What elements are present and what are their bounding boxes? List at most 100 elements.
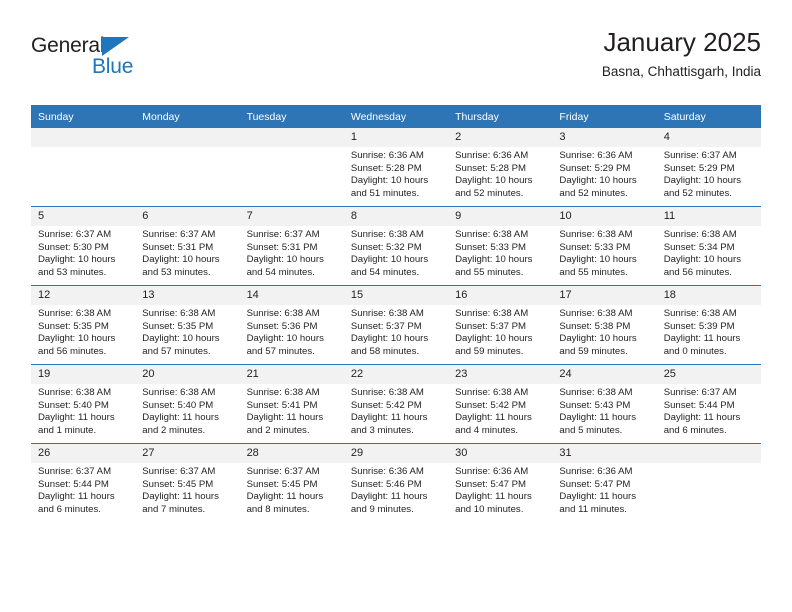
daylight-text: Daylight: 11 hours and 11 minutes. <box>559 491 637 515</box>
weekday-header-thursday: Thursday <box>448 105 553 128</box>
day-number: 1 <box>343 128 449 147</box>
day-number: 8 <box>343 207 449 226</box>
calendar-day-cell[interactable]: 12 Sunrise: 6:38 AM Sunset: 5:35 PM Dayligh… <box>31 285 136 365</box>
day-number: 2 <box>448 128 553 147</box>
day-details: Sunrise: 6:37 AM Sunset: 5:29 PM Daylight:… <box>657 147 761 200</box>
weekday-header-sunday: Sunday <box>31 105 136 128</box>
calendar-day-cell[interactable]: 26 Sunrise: 6:37 AM Sunset: 5:44 PM Dayligh… <box>31 443 136 522</box>
sunrise-text: Sunrise: 6:38 AM <box>663 308 737 319</box>
calendar-day-cell[interactable]: 16 Sunrise: 6:38 AM Sunset: 5:37 PM Dayligh… <box>448 285 553 365</box>
logo-text-blue: Blue <box>92 55 134 78</box>
day-details: Sunrise: 6:38 AM Sunset: 5:36 PM Daylight:… <box>240 305 344 358</box>
weekday-header-friday: Friday <box>552 105 657 128</box>
day-number: 6 <box>135 207 240 226</box>
calendar-body: 1 Sunrise: 6:36 AM Sunset: 5:28 PM Daylight… <box>31 128 761 522</box>
day-number: 5 <box>31 207 136 226</box>
day-details: Sunrise: 6:37 AM Sunset: 5:45 PM Daylight:… <box>135 463 239 516</box>
day-number: 23 <box>448 365 553 384</box>
day-number: 16 <box>448 286 553 305</box>
day-details: Sunrise: 6:38 AM Sunset: 5:40 PM Daylight:… <box>31 384 135 437</box>
calendar-day-cell[interactable]: 17 Sunrise: 6:38 AM Sunset: 5:38 PM Dayligh… <box>552 285 657 365</box>
day-details: Sunrise: 6:38 AM Sunset: 5:33 PM Daylight:… <box>552 226 656 279</box>
calendar-day-cell-empty <box>31 128 136 207</box>
title-block: January 2025 Basna, Chhattisgarh, India <box>602 26 761 82</box>
calendar-day-cell[interactable]: 30 Sunrise: 6:36 AM Sunset: 5:47 PM Dayligh… <box>448 443 553 522</box>
daylight-text: Daylight: 10 hours and 58 minutes. <box>350 333 429 357</box>
calendar-week-row: 5 Sunrise: 6:37 AM Sunset: 5:30 PM Daylight… <box>31 206 761 286</box>
day-details: Sunrise: 6:37 AM Sunset: 5:44 PM Daylight:… <box>31 463 135 516</box>
calendar-day-cell[interactable]: 27 Sunrise: 6:37 AM Sunset: 5:45 PM Dayligh… <box>135 443 240 522</box>
sunrise-text: Sunrise: 6:38 AM <box>350 387 424 398</box>
calendar-day-cell[interactable]: 29 Sunrise: 6:36 AM Sunset: 5:46 PM Dayligh… <box>343 443 449 522</box>
calendar-day-cell[interactable]: 4 Sunrise: 6:37 AM Sunset: 5:29 PM Daylight… <box>656 128 761 207</box>
calendar-day-cell[interactable]: 24 Sunrise: 6:38 AM Sunset: 5:43 PM Dayligh… <box>552 364 657 444</box>
sunrise-text: Sunrise: 6:38 AM <box>38 387 112 398</box>
sunset-text: Sunset: 5:42 PM <box>455 399 527 411</box>
day-number: 21 <box>239 365 344 384</box>
daylight-text: Daylight: 11 hours and 1 minute. <box>38 412 115 436</box>
day-details: Sunrise: 6:38 AM Sunset: 5:41 PM Daylight:… <box>240 384 344 437</box>
calendar-day-cell[interactable]: 19 Sunrise: 6:38 AM Sunset: 5:40 PM Dayligh… <box>31 364 136 444</box>
daylight-text: Daylight: 11 hours and 8 minutes. <box>246 491 324 515</box>
day-number: 24 <box>552 365 657 384</box>
calendar-week-row: 12 Sunrise: 6:38 AM Sunset: 5:35 PM Dayligh… <box>31 285 761 365</box>
calendar-day-cell[interactable]: 5 Sunrise: 6:37 AM Sunset: 5:30 PM Daylight… <box>31 206 136 286</box>
calendar-day-cell[interactable]: 3 Sunrise: 6:36 AM Sunset: 5:29 PM Daylight… <box>552 128 657 207</box>
day-details: Sunrise: 6:37 AM Sunset: 5:44 PM Daylight:… <box>657 384 761 437</box>
weekday-header-monday: Monday <box>135 105 240 128</box>
calendar-day-cell[interactable]: 9 Sunrise: 6:38 AM Sunset: 5:33 PM Daylight… <box>448 206 553 286</box>
sunset-text: Sunset: 5:31 PM <box>142 241 214 253</box>
general-blue-logo[interactable]: General Blue <box>31 34 181 86</box>
daylight-text: Daylight: 10 hours and 53 minutes. <box>142 254 220 278</box>
calendar-day-cell[interactable]: 23 Sunrise: 6:38 AM Sunset: 5:42 PM Dayligh… <box>448 364 553 444</box>
sunrise-text: Sunrise: 6:37 AM <box>38 466 112 477</box>
calendar-day-cell[interactable]: 22 Sunrise: 6:38 AM Sunset: 5:42 PM Dayligh… <box>343 364 449 444</box>
calendar-day-cell[interactable]: 25 Sunrise: 6:37 AM Sunset: 5:44 PM Dayligh… <box>656 364 761 444</box>
day-number: 20 <box>135 365 240 384</box>
daylight-text: Daylight: 11 hours and 3 minutes. <box>350 412 428 436</box>
sunrise-text: Sunrise: 6:38 AM <box>246 387 320 398</box>
sunset-text: Sunset: 5:45 PM <box>142 478 214 490</box>
sunset-text: Sunset: 5:33 PM <box>559 241 631 253</box>
calendar-day-cell[interactable]: 6 Sunrise: 6:37 AM Sunset: 5:31 PM Daylight… <box>135 206 240 286</box>
daylight-text: Daylight: 11 hours and 6 minutes. <box>663 412 741 436</box>
calendar-day-cell[interactable]: 28 Sunrise: 6:37 AM Sunset: 5:45 PM Dayligh… <box>239 443 344 522</box>
calendar-day-cell[interactable]: 31 Sunrise: 6:36 AM Sunset: 5:47 PM Dayligh… <box>552 443 657 522</box>
page-title: January 2025 <box>603 27 761 57</box>
sunset-text: Sunset: 5:42 PM <box>350 399 422 411</box>
sunset-text: Sunset: 5:37 PM <box>455 320 527 332</box>
daylight-text: Daylight: 11 hours and 4 minutes. <box>455 412 532 436</box>
sunrise-text: Sunrise: 6:36 AM <box>455 150 529 161</box>
calendar-day-cell[interactable]: 13 Sunrise: 6:38 AM Sunset: 5:35 PM Dayligh… <box>135 285 240 365</box>
day-number: 12 <box>31 286 136 305</box>
calendar-day-cell[interactable]: 15 Sunrise: 6:38 AM Sunset: 5:37 PM Dayligh… <box>343 285 449 365</box>
calendar-day-cell[interactable]: 20 Sunrise: 6:38 AM Sunset: 5:40 PM Dayligh… <box>135 364 240 444</box>
day-details: Sunrise: 6:37 AM Sunset: 5:31 PM Daylight:… <box>240 226 344 279</box>
sunset-text: Sunset: 5:47 PM <box>455 478 527 490</box>
calendar-day-cell[interactable]: 10 Sunrise: 6:38 AM Sunset: 5:33 PM Dayligh… <box>552 206 657 286</box>
calendar-day-cell-empty <box>656 443 761 522</box>
day-number <box>239 128 344 147</box>
calendar-day-cell[interactable]: 21 Sunrise: 6:38 AM Sunset: 5:41 PM Dayligh… <box>239 364 344 444</box>
sunset-text: Sunset: 5:35 PM <box>38 320 109 332</box>
day-number: 29 <box>343 444 449 463</box>
sunrise-text: Sunrise: 6:36 AM <box>559 150 633 161</box>
calendar-day-cell[interactable]: 2 Sunrise: 6:36 AM Sunset: 5:28 PM Daylight… <box>448 128 553 207</box>
calendar-day-cell[interactable]: 7 Sunrise: 6:37 AM Sunset: 5:31 PM Daylight… <box>239 206 344 286</box>
day-number: 17 <box>552 286 657 305</box>
day-details: Sunrise: 6:38 AM Sunset: 5:39 PM Daylight:… <box>657 305 761 358</box>
daylight-text: Daylight: 10 hours and 57 minutes. <box>246 333 324 357</box>
day-details: Sunrise: 6:37 AM Sunset: 5:31 PM Daylight:… <box>135 226 239 279</box>
calendar-week-row: 19 Sunrise: 6:38 AM Sunset: 5:40 PM Dayligh… <box>31 364 761 444</box>
day-number: 25 <box>656 365 761 384</box>
calendar-day-cell[interactable]: 11 Sunrise: 6:38 AM Sunset: 5:34 PM Dayligh… <box>656 206 761 286</box>
daylight-text: Daylight: 10 hours and 56 minutes. <box>38 333 116 357</box>
calendar-day-cell[interactable]: 8 Sunrise: 6:38 AM Sunset: 5:32 PM Daylight… <box>343 206 449 286</box>
sunset-text: Sunset: 5:39 PM <box>663 320 735 332</box>
daylight-text: Daylight: 11 hours and 0 minutes. <box>663 333 741 357</box>
day-number: 28 <box>239 444 344 463</box>
calendar-day-cell[interactable]: 1 Sunrise: 6:36 AM Sunset: 5:28 PM Daylight… <box>343 128 449 207</box>
day-details: Sunrise: 6:38 AM Sunset: 5:38 PM Daylight:… <box>552 305 656 358</box>
calendar-day-cell[interactable]: 14 Sunrise: 6:38 AM Sunset: 5:36 PM Dayligh… <box>239 285 344 365</box>
calendar-day-cell[interactable]: 18 Sunrise: 6:38 AM Sunset: 5:39 PM Dayligh… <box>656 285 761 365</box>
